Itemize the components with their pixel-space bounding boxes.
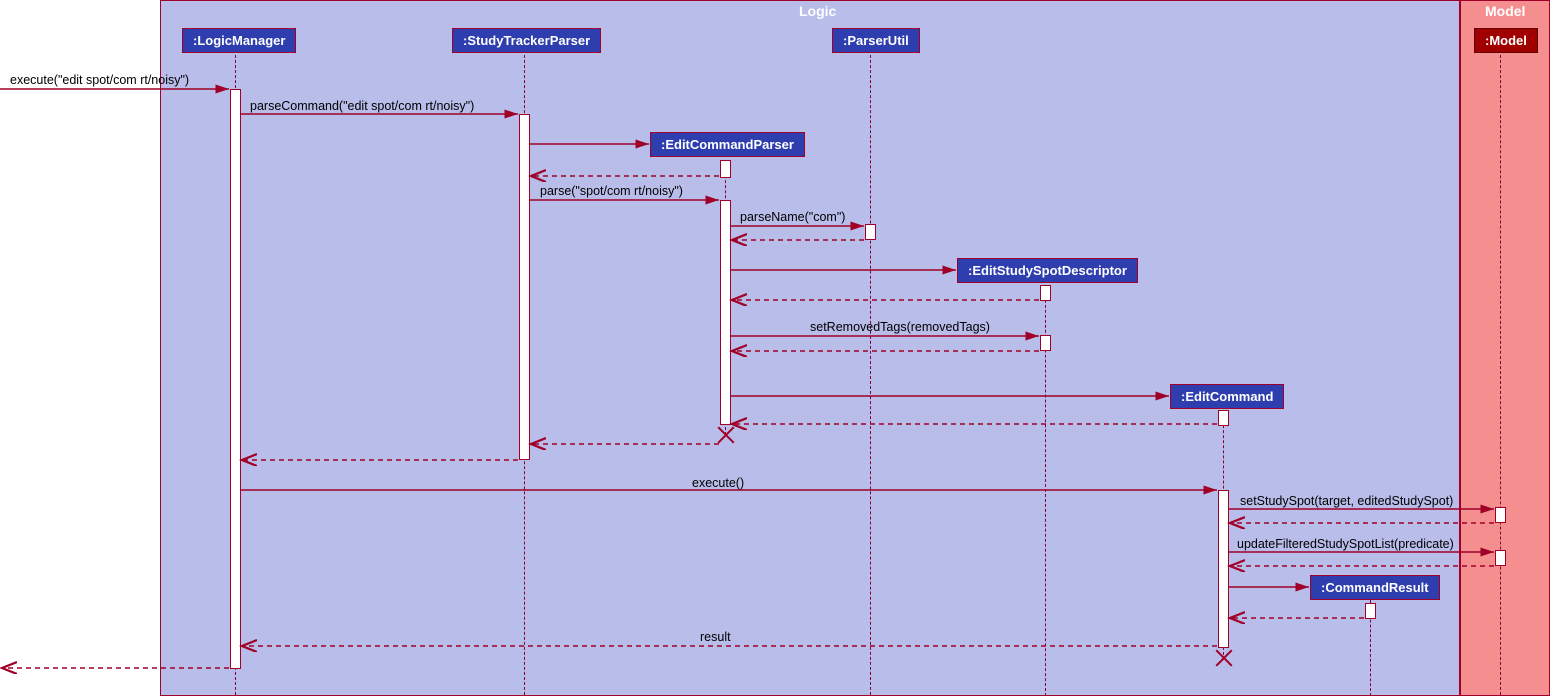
destroy-edit-command-icon bbox=[1212, 647, 1234, 669]
lifeline-model bbox=[1500, 55, 1501, 695]
msg-parse: parse("spot/com rt/noisy") bbox=[540, 184, 683, 198]
activation-logic-manager bbox=[230, 89, 241, 669]
activation-edit-command-parser-2 bbox=[720, 200, 731, 425]
destroy-edit-command-parser-icon bbox=[714, 424, 736, 446]
participant-model: :Model bbox=[1474, 28, 1538, 53]
activation-editcommand-2 bbox=[1218, 490, 1229, 648]
participant-study-tracker-parser: :StudyTrackerParser bbox=[452, 28, 601, 53]
msg-parsename: parseName("com") bbox=[740, 210, 845, 224]
activation-edit-command-parser-1 bbox=[720, 160, 731, 178]
activation-descriptor-2 bbox=[1040, 335, 1051, 351]
participant-parser-util: :ParserUtil bbox=[832, 28, 920, 53]
activation-study-tracker-parser bbox=[519, 114, 530, 460]
participant-command-result: :CommandResult bbox=[1310, 575, 1440, 600]
msg-execute-1: execute("edit spot/com rt/noisy") bbox=[10, 73, 189, 87]
msg-updatefiltered: updateFilteredStudySpotList(predicate) bbox=[1237, 537, 1454, 551]
msg-execute-2: execute() bbox=[692, 476, 744, 490]
activation-model-2 bbox=[1495, 550, 1506, 566]
msg-result: result bbox=[700, 630, 731, 644]
msg-setremovedtags: setRemovedTags(removedTags) bbox=[810, 320, 990, 334]
participant-logic-manager: :LogicManager bbox=[182, 28, 296, 53]
lifeline-parser-util bbox=[870, 55, 871, 695]
msg-setstudyspot: setStudySpot(target, editedStudySpot) bbox=[1240, 494, 1453, 508]
package-model-label: Model bbox=[1485, 3, 1525, 19]
package-logic-label: Logic bbox=[799, 3, 836, 19]
sequence-diagram: Logic Model :LogicManager :StudyTrackerP… bbox=[0, 0, 1550, 696]
activation-model-1 bbox=[1495, 507, 1506, 523]
package-model: Model bbox=[1460, 0, 1550, 696]
participant-edit-command-parser: :EditCommandParser bbox=[650, 132, 805, 157]
activation-parser-util bbox=[865, 224, 876, 240]
participant-edit-study-spot-descriptor: :EditStudySpotDescriptor bbox=[957, 258, 1138, 283]
msg-parsecommand: parseCommand("edit spot/com rt/noisy") bbox=[250, 99, 474, 113]
participant-edit-command: :EditCommand bbox=[1170, 384, 1284, 409]
activation-descriptor-1 bbox=[1040, 285, 1051, 301]
activation-editcommand-1 bbox=[1218, 410, 1229, 426]
activation-command-result bbox=[1365, 603, 1376, 619]
